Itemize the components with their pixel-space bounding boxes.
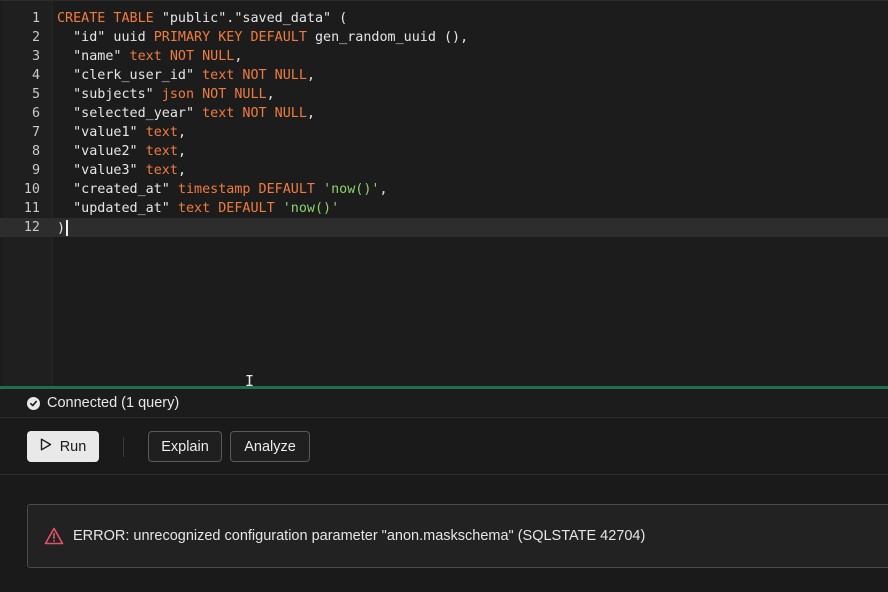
results-panel: ERROR: unrecognized configuration parame… bbox=[0, 476, 888, 592]
sql-editor[interactable]: 1 CREATE TABLE "public"."saved_data" ( 2 "… bbox=[0, 0, 888, 386]
line-number: 9 bbox=[31, 163, 40, 178]
line-number: 10 bbox=[23, 182, 40, 197]
code-token: "created_at" bbox=[57, 182, 178, 197]
code-line[interactable]: 1 CREATE TABLE "public"."saved_data" ( bbox=[0, 9, 888, 28]
code-token: "name" bbox=[57, 49, 130, 64]
code-line[interactable]: 10 "created_at" timestamp DEFAULT 'now()… bbox=[0, 180, 888, 199]
line-number: 6 bbox=[31, 106, 40, 121]
code-token: "subjects" bbox=[57, 87, 162, 102]
connection-status-text: Connected (1 query) bbox=[47, 395, 180, 411]
code-line[interactable]: 11 "updated_at" text DEFAULT 'now()' bbox=[0, 199, 888, 218]
line-number: 1 bbox=[31, 11, 40, 26]
error-message-text: ERROR: unrecognized configuration parame… bbox=[73, 528, 646, 544]
code-text[interactable]: ) bbox=[53, 219, 68, 236]
code-token: text bbox=[145, 125, 178, 140]
code-line[interactable]: 6 "selected_year" text NOT NULL, bbox=[0, 104, 888, 123]
warning-icon bbox=[44, 527, 64, 545]
code-token: , bbox=[306, 106, 315, 121]
explain-button-label: Explain bbox=[161, 438, 209, 455]
code-text[interactable]: "selected_year" text NOT NULL, bbox=[53, 106, 315, 121]
code-line[interactable]: 8 "value2" text, bbox=[0, 142, 888, 161]
code-text[interactable]: "value1" text, bbox=[53, 125, 186, 140]
line-number: 3 bbox=[31, 49, 40, 64]
code-text[interactable]: "clerk_user_id" text NOT NULL, bbox=[53, 68, 315, 83]
code-token: 'now()' bbox=[282, 201, 340, 216]
code-text[interactable]: "created_at" timestamp DEFAULT 'now()', bbox=[53, 182, 388, 197]
code-token: PRIMARY KEY DEFAULT bbox=[153, 30, 315, 45]
code-token: "value3" bbox=[57, 163, 146, 178]
code-line[interactable]: 7 "value1" text, bbox=[0, 123, 888, 142]
code-token: text bbox=[145, 144, 178, 159]
line-number: 11 bbox=[23, 201, 40, 216]
code-token: text NOT NULL bbox=[129, 49, 235, 64]
code-token: "value1" bbox=[57, 125, 146, 140]
explain-button[interactable]: Explain bbox=[148, 431, 222, 462]
line-number: 12 bbox=[23, 220, 40, 235]
query-toolbar: Run Explain Analyze bbox=[0, 418, 888, 475]
code-token: , bbox=[177, 125, 186, 140]
line-number: 7 bbox=[31, 125, 40, 140]
code-token: , bbox=[234, 49, 243, 64]
code-token: "selected_year" bbox=[57, 106, 203, 121]
code-lines[interactable]: 1 CREATE TABLE "public"."saved_data" ( 2 "… bbox=[0, 9, 888, 237]
code-token: , bbox=[306, 68, 315, 83]
code-token: 'now()' bbox=[323, 182, 380, 197]
line-number: 5 bbox=[31, 87, 40, 102]
code-token: "updated_at" bbox=[57, 201, 178, 216]
code-token: , bbox=[177, 144, 186, 159]
code-token: , bbox=[379, 182, 388, 197]
code-token: text bbox=[145, 163, 178, 178]
code-token: ) bbox=[57, 220, 66, 236]
code-text[interactable]: "value3" text, bbox=[53, 163, 186, 178]
code-token: text NOT NULL bbox=[202, 106, 307, 121]
code-token: text DEFAULT bbox=[177, 201, 283, 216]
code-token: timestamp DEFAULT bbox=[177, 182, 324, 197]
play-icon bbox=[40, 438, 52, 455]
connection-status: Connected (1 query) bbox=[0, 389, 888, 418]
code-text[interactable]: CREATE TABLE "public"."saved_data" ( bbox=[53, 11, 347, 26]
code-line[interactable]: 3 "name" text NOT NULL, bbox=[0, 47, 888, 66]
analyze-button-label: Analyze bbox=[244, 438, 296, 455]
code-line[interactable]: 2 "id" uuid PRIMARY KEY DEFAULT gen_rand… bbox=[0, 28, 888, 47]
code-text[interactable]: "updated_at" text DEFAULT 'now()' bbox=[53, 201, 339, 216]
line-number: 4 bbox=[31, 68, 40, 83]
code-token: "value2" bbox=[57, 144, 146, 159]
code-token: text NOT NULL bbox=[202, 68, 307, 83]
code-token: CREATE TABLE bbox=[57, 11, 162, 26]
code-text[interactable]: "name" text NOT NULL, bbox=[53, 49, 242, 64]
code-token: json NOT NULL bbox=[161, 87, 267, 102]
text-cursor-icon: I bbox=[245, 372, 255, 386]
code-line[interactable]: 5 "subjects" json NOT NULL, bbox=[0, 85, 888, 104]
code-token: , bbox=[266, 87, 275, 102]
code-token: "public"."saved_data" ( bbox=[161, 11, 348, 26]
error-message-box: ERROR: unrecognized configuration parame… bbox=[27, 504, 888, 568]
toolbar-separator bbox=[123, 437, 124, 457]
code-token: gen_random_uuid (), bbox=[315, 30, 469, 45]
line-number: 2 bbox=[31, 30, 40, 45]
code-token: , bbox=[177, 163, 186, 178]
code-text[interactable]: "subjects" json NOT NULL, bbox=[53, 87, 275, 102]
code-line[interactable]: 9 "value3" text, bbox=[0, 161, 888, 180]
code-text[interactable]: "value2" text, bbox=[53, 144, 186, 159]
code-text[interactable]: "id" uuid PRIMARY KEY DEFAULT gen_random… bbox=[53, 30, 468, 45]
run-button[interactable]: Run bbox=[27, 431, 99, 462]
code-token: "clerk_user_id" bbox=[57, 68, 203, 83]
line-number: 8 bbox=[31, 144, 40, 159]
check-circle-icon bbox=[27, 396, 40, 410]
run-button-label: Run bbox=[59, 438, 87, 455]
code-token: "id" uuid bbox=[57, 30, 154, 45]
text-caret bbox=[66, 219, 68, 236]
code-line[interactable]: 4 "clerk_user_id" text NOT NULL, bbox=[0, 66, 888, 85]
analyze-button[interactable]: Analyze bbox=[230, 431, 310, 462]
code-line[interactable]: 12) bbox=[0, 218, 888, 237]
